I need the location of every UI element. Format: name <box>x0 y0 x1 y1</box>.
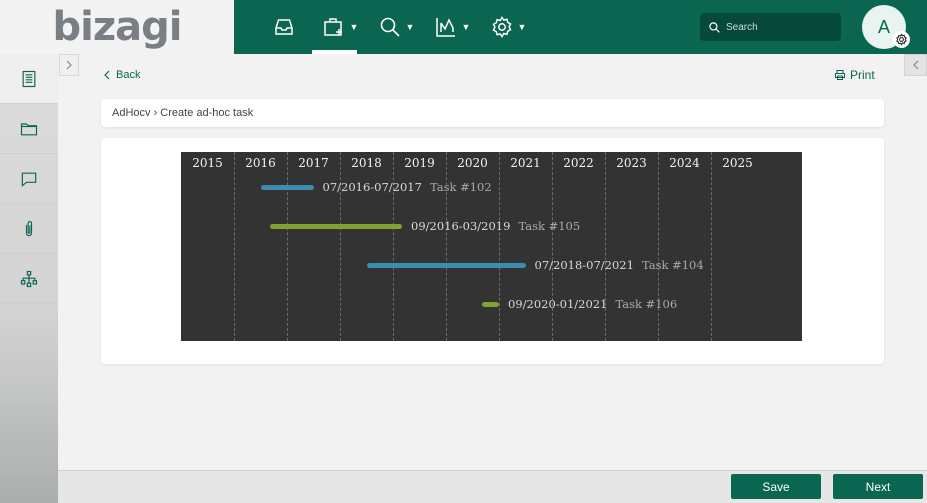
nav-settings[interactable]: ▼ <box>480 0 536 54</box>
print-button[interactable]: Print <box>834 68 875 82</box>
logo-text: bizagi <box>52 4 183 50</box>
main-nav: ▼ ▼ ▼ ▼ <box>256 0 536 54</box>
back-label: Back <box>116 69 141 81</box>
gantt-year-label: 2017 <box>298 156 329 170</box>
gantt-bar[interactable] <box>260 185 314 190</box>
gantt-year-label: 2025 <box>722 156 753 170</box>
process-map-icon <box>20 270 38 287</box>
sidebar-item-details[interactable] <box>0 54 58 104</box>
expand-panel-button[interactable] <box>904 54 927 76</box>
gantt-range-label: 07/2016-07/2017 <box>322 180 422 194</box>
gantt-range-label: 09/2016-03/2019 <box>411 219 511 233</box>
search-icon <box>709 21 720 33</box>
nav-inbox[interactable] <box>256 0 312 54</box>
nav-new-case[interactable]: ▼ <box>312 0 368 54</box>
settings-icon <box>492 16 512 38</box>
gantt-year-label: 2018 <box>351 156 382 170</box>
gantt-task-label: 07/2016-07/2017 Task #102 <box>323 180 492 194</box>
chevron-down-icon: ▼ <box>405 22 415 32</box>
gantt-year-label: 2020 <box>457 156 488 170</box>
gantt-task-name: Task #105 <box>518 219 581 233</box>
gantt-year-label: 2022 <box>563 156 594 170</box>
gantt-year-label: 2016 <box>245 156 276 170</box>
sidebar-item-attachments[interactable] <box>0 204 58 254</box>
gantt-year-label: 2019 <box>404 156 435 170</box>
inbox-icon <box>275 19 293 35</box>
gantt-range-label: 09/2020-01/2021 <box>508 297 608 311</box>
sidebar-item-process-map[interactable] <box>0 254 58 304</box>
gantt-year-label: 2024 <box>669 156 700 170</box>
gantt-task-label: 07/2018-07/2021 Task #104 <box>535 258 704 272</box>
gantt-bar[interactable] <box>269 224 402 229</box>
new-case-icon <box>323 18 342 36</box>
gantt-bar[interactable] <box>481 302 499 307</box>
gantt-year-label: 2021 <box>510 156 541 170</box>
case-details-icon <box>22 70 36 87</box>
gantt-gridline <box>711 152 712 341</box>
gantt-task-name: Task #106 <box>615 297 678 311</box>
breadcrumb: AdHocv › Create ad-hoc task <box>101 99 884 127</box>
gantt-bar[interactable] <box>366 263 526 268</box>
gantt-year-label: 2023 <box>616 156 647 170</box>
gantt-task-name: Task #102 <box>429 180 492 194</box>
next-button[interactable]: Next <box>833 474 923 499</box>
printer-icon <box>835 70 845 80</box>
search-input[interactable] <box>726 21 836 33</box>
attachment-icon <box>25 220 33 236</box>
chevron-left-icon <box>104 70 110 80</box>
gantt-gridline <box>552 152 553 341</box>
search-box <box>700 13 841 41</box>
gantt-task-label: 09/2016-03/2019 Task #105 <box>411 219 580 233</box>
gantt-gridline <box>499 152 500 341</box>
nav-search[interactable]: ▼ <box>368 0 424 54</box>
gantt-task-name: Task #104 <box>641 258 704 272</box>
chevron-right-icon <box>66 60 72 70</box>
avatar-initial: A <box>877 16 890 37</box>
chevron-down-icon: ▼ <box>517 22 527 32</box>
sidebar-item-comments[interactable] <box>0 154 58 204</box>
gantt-gridline <box>287 152 288 341</box>
breadcrumb-text: AdHocv › Create ad-hoc task <box>112 107 254 119</box>
chevron-down-icon: ▼ <box>461 22 471 32</box>
gantt-chart: 2015 2016 2017 2018 2019 2020 2021 2022 2023 2024… <box>181 152 802 341</box>
user-settings-button[interactable] <box>893 31 910 48</box>
folder-icon <box>20 122 38 135</box>
collapse-sidebar-button[interactable] <box>59 54 79 76</box>
chevron-down-icon: ▼ <box>349 22 359 32</box>
save-button[interactable]: Save <box>731 474 821 499</box>
logo[interactable]: bizagi <box>0 0 234 54</box>
chevron-left-icon <box>912 60 918 70</box>
print-label: Print <box>850 68 875 82</box>
gantt-gridline <box>234 152 235 341</box>
gantt-year-label: 2015 <box>192 156 223 170</box>
gantt-range-label: 07/2018-07/2021 <box>534 258 634 272</box>
gantt-gridline <box>658 152 659 341</box>
analytics-icon <box>435 18 455 37</box>
top-header: bizagi ▼ ▼ ▼ ▼ Search A <box>0 0 927 54</box>
sidebar <box>0 54 58 503</box>
search-icon <box>380 17 400 37</box>
nav-analytics[interactable]: ▼ <box>424 0 480 54</box>
back-button[interactable]: Back <box>104 69 140 81</box>
comments-icon <box>21 172 37 187</box>
gantt-gridline <box>605 152 606 341</box>
gantt-task-label: 09/2020-01/2021 Task #106 <box>508 297 677 311</box>
gear-icon <box>896 33 907 46</box>
sidebar-item-folders[interactable] <box>0 104 58 154</box>
